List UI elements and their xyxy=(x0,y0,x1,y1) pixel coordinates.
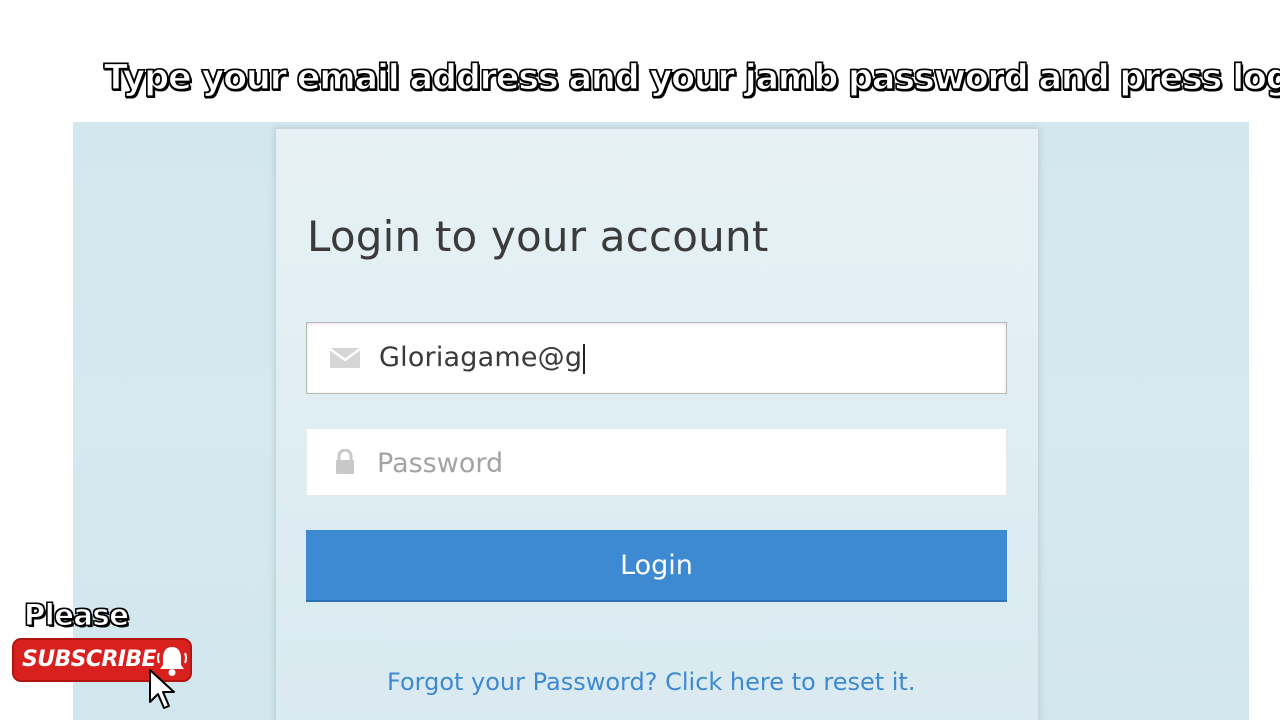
password-field[interactable] xyxy=(306,428,1007,496)
video-caption: Type your email address and your jamb pa… xyxy=(103,57,1280,98)
subscribe-label: SUBSCRIBE xyxy=(22,647,157,672)
email-field[interactable]: Gloriagame@g xyxy=(306,322,1007,394)
forgot-password-link[interactable]: Forgot your Password? Click here to rese… xyxy=(387,668,915,696)
password-input[interactable] xyxy=(377,443,977,483)
envelope-icon xyxy=(329,345,361,371)
video-frame: Type your email address and your jamb pa… xyxy=(0,0,1280,720)
mouse-pointer-icon xyxy=(148,668,176,712)
lock-icon xyxy=(329,449,361,475)
text-caret xyxy=(583,343,586,374)
please-text: Please xyxy=(23,598,129,633)
login-button[interactable]: Login xyxy=(306,530,1007,602)
email-input-value: Gloriagame@g xyxy=(379,342,586,374)
page-title: Login to your account xyxy=(307,212,769,261)
